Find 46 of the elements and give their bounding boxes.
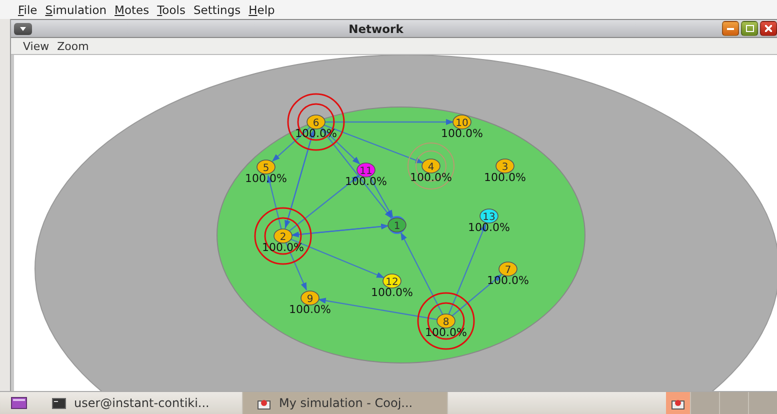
tray-button[interactable]	[666, 392, 690, 414]
workspace-switcher[interactable]	[719, 392, 748, 414]
desktop-icon	[11, 397, 27, 409]
caret-icon	[20, 26, 26, 30]
mote-reading: 100.0%	[484, 171, 526, 184]
menu-item[interactable]: View	[23, 40, 50, 52]
mote-node[interactable]: 1	[388, 218, 406, 232]
mote-reading: 100.0%	[345, 175, 387, 188]
mote-node[interactable]: 9	[300, 290, 320, 306]
menu-item[interactable]: Help	[248, 2, 275, 16]
mote-node[interactable]: 11	[356, 162, 376, 178]
mote-reading: 100.0%	[371, 286, 413, 299]
close-icon	[765, 25, 772, 32]
close-button[interactable]	[760, 21, 777, 36]
mote-reading: 100.0%	[441, 127, 483, 140]
mote-reading: 100.0%	[487, 274, 529, 287]
mote-node[interactable]: 12	[382, 274, 402, 288]
maximize-icon	[746, 25, 754, 32]
mote-node[interactable]: 13	[480, 208, 498, 224]
mote-node[interactable]: 6	[306, 114, 326, 130]
maximize-button[interactable]	[741, 21, 758, 36]
menu-item[interactable]: Zoom	[57, 40, 89, 52]
minimize-button[interactable]	[722, 21, 739, 36]
minimize-icon	[727, 28, 734, 30]
workspace-switcher[interactable]	[748, 392, 777, 414]
menu-item[interactable]: Tools	[157, 2, 186, 16]
mote-reading: 100.0%	[245, 172, 287, 185]
menu-item[interactable]: Settings	[193, 2, 241, 16]
mote-reading: 100.0%	[410, 171, 452, 184]
mote-reading: 100.0%	[289, 303, 331, 316]
mote-node[interactable]: 5	[256, 160, 276, 174]
mote-node[interactable]: 2	[274, 228, 292, 244]
mote-node[interactable]: 8	[436, 314, 456, 328]
taskbar-button[interactable]: My simulation - Cooj...	[243, 392, 448, 414]
terminal-icon	[52, 398, 66, 408]
menu-item[interactable]: File	[18, 2, 38, 16]
menu-item[interactable]: Motes	[114, 2, 150, 16]
window-menu-button[interactable]	[14, 22, 32, 34]
workspace-switcher[interactable]	[690, 392, 719, 414]
window-title: Network	[348, 22, 404, 36]
mote-node[interactable]: 4	[422, 158, 440, 174]
mote-node[interactable]: 3	[496, 158, 514, 174]
mote-reading: 100.0%	[468, 221, 510, 234]
mote-node[interactable]: 10	[452, 114, 472, 130]
menu-item[interactable]: Simulation	[45, 2, 107, 16]
mote-node[interactable]: 7	[498, 262, 518, 276]
